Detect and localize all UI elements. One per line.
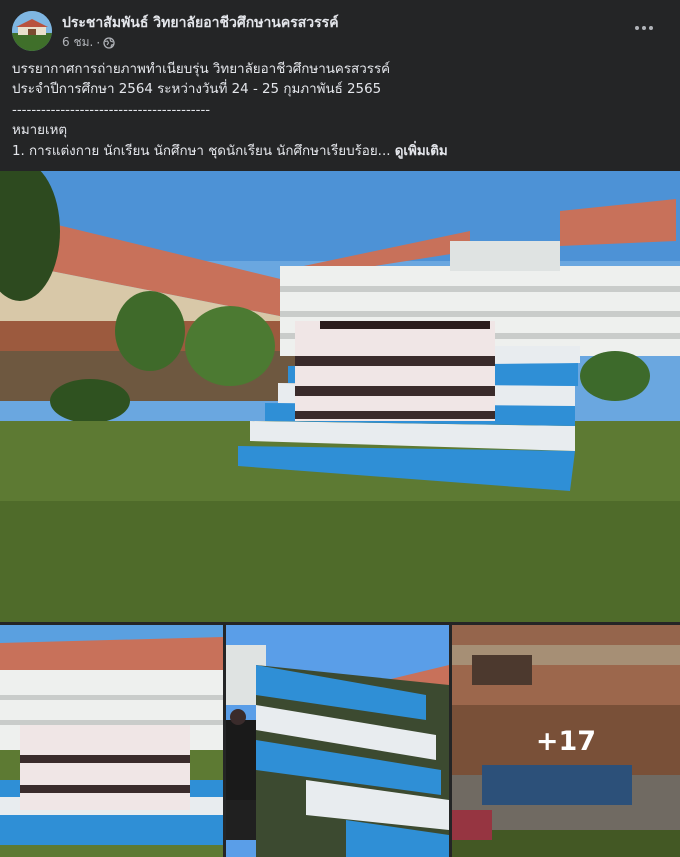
photo-thumbnail[interactable] [0, 625, 223, 857]
post-text-line: ----------------------------------------… [12, 102, 211, 118]
see-more-link[interactable]: ดูเพิ่มเติม [395, 144, 448, 159]
page-name[interactable]: ประชาสัมพันธ์ วิทยาลัยอาชีวศึกษานครสวรรค… [62, 12, 339, 34]
photo-thumbnail-more[interactable]: +17 [452, 625, 680, 857]
main-photo[interactable] [0, 171, 680, 622]
page-avatar[interactable] [12, 11, 52, 51]
post-time[interactable]: 6 ชม. [62, 33, 93, 52]
post-text-line: ประจำปีการศึกษา 2564 ระหว่างวันที่ 24 - … [12, 82, 382, 98]
post-text-last-line: 1. การแต่งกาย นักเรียน นักศึกษา ชุดนักเร… [12, 142, 668, 162]
meta-separator: · [96, 35, 101, 50]
facebook-post-card: ประชาสัมพันธ์ วิทยาลัยอาชีวศึกษานครสวรรค… [0, 0, 680, 857]
photo-thumbnail[interactable] [226, 625, 449, 857]
post-text: บรรยากาศการถ่ายภาพทำเนียบรุ่น วิทยาลัยอา… [12, 60, 668, 162]
post-header: ประชาสัมพันธ์ วิทยาลัยอาชีวศึกษานครสวรรค… [12, 10, 668, 54]
post-text-line: 1. การแต่งกาย นักเรียน นักศึกษา ชุดนักเร… [12, 143, 391, 159]
globe-icon[interactable] [103, 36, 115, 49]
more-photos-count[interactable]: +17 [452, 625, 680, 857]
post-meta: 6 ชม. · [62, 33, 115, 52]
post-text-line: บรรยากาศการถ่ายภาพทำเนียบรุ่น วิทยาลัยอา… [12, 62, 391, 77]
post-text-line: หมายเหตุ [12, 123, 68, 139]
more-options-icon[interactable] [628, 16, 660, 40]
